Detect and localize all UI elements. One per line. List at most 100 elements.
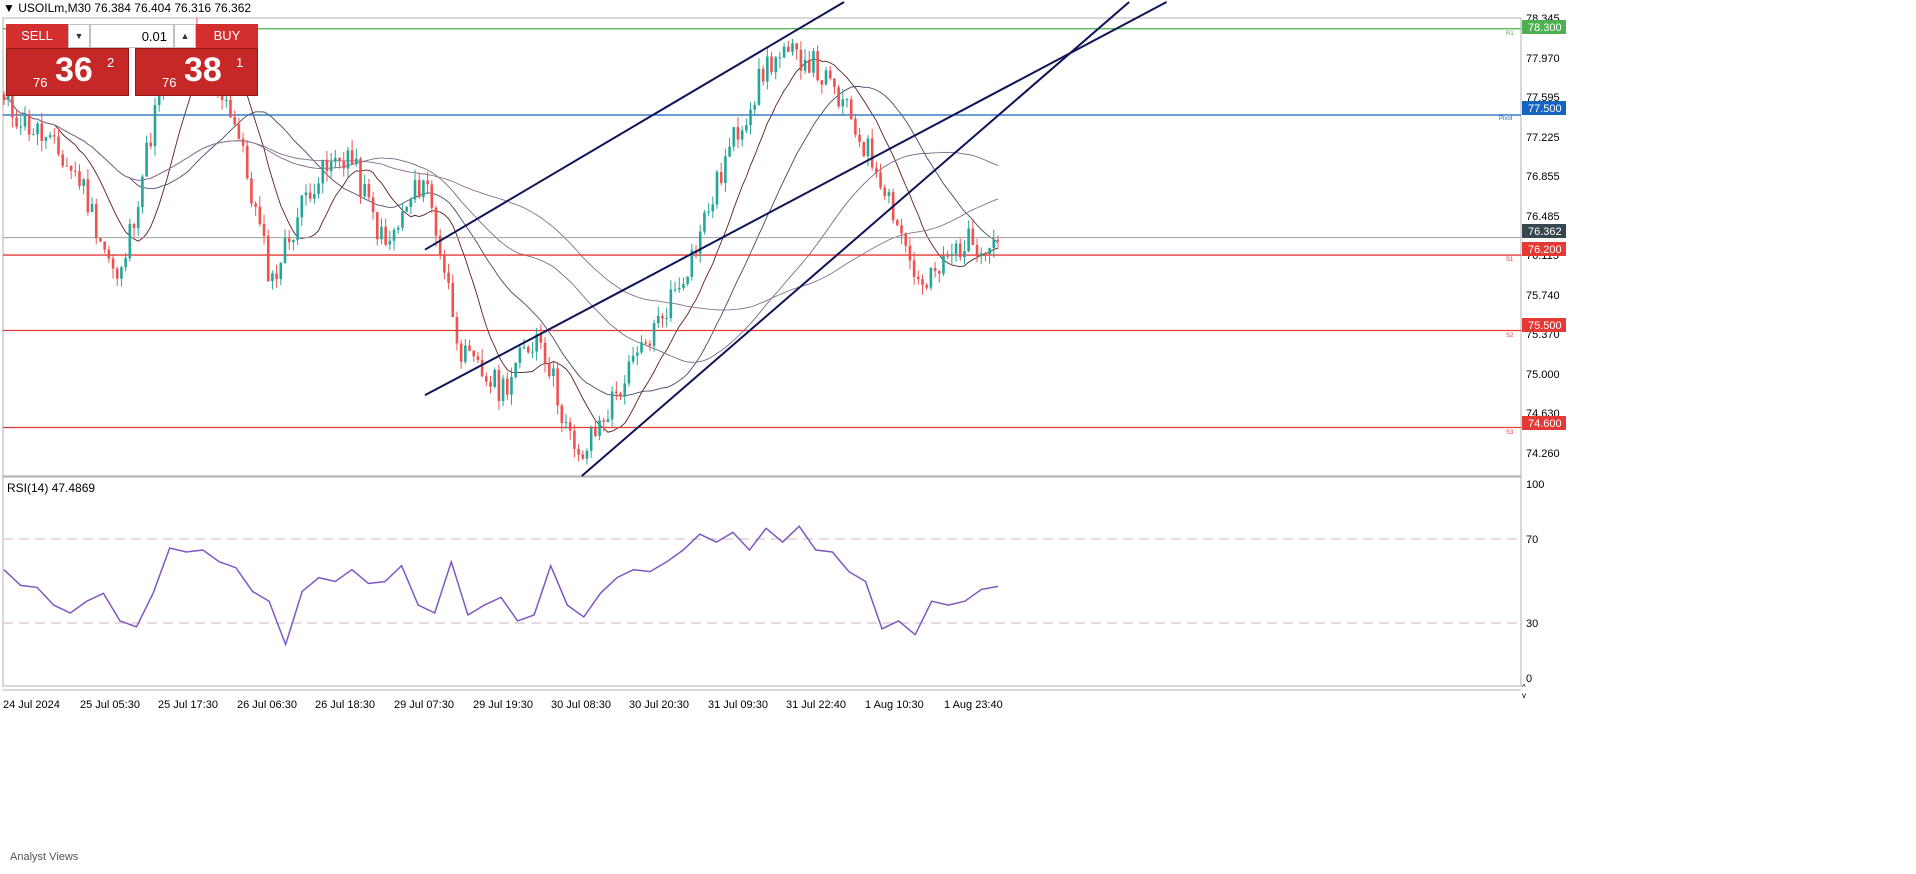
candle — [19, 116, 23, 136]
candle — [44, 136, 48, 149]
chart-canvas[interactable]: 78.345 77.970 77.595 77.225 76.855 76.48… — [0, 0, 1916, 874]
candle — [896, 218, 899, 227]
lot-size-input[interactable] — [90, 24, 174, 48]
candle — [753, 100, 757, 115]
candle — [975, 238, 979, 263]
candle — [254, 201, 257, 216]
candle — [371, 191, 375, 220]
candle — [531, 342, 534, 359]
candle — [57, 128, 60, 157]
candle — [363, 174, 366, 199]
rsi-axis-label: 30 — [1526, 618, 1538, 630]
time-axis-label: 1 Aug 23:40 — [944, 699, 1003, 711]
time-axis-label: 31 Jul 09:30 — [708, 699, 768, 711]
candle — [413, 169, 417, 204]
candle — [271, 270, 274, 290]
buy-price-prefix: 76 — [162, 75, 177, 90]
candle — [669, 280, 673, 322]
price-axis-label: 74.260 — [1526, 448, 1560, 460]
time-axis-label: 31 Jul 22:40 — [786, 699, 846, 711]
candle — [963, 240, 966, 265]
candle — [782, 42, 786, 59]
candle — [766, 46, 769, 90]
candle — [300, 195, 304, 227]
candle — [795, 42, 798, 60]
candle — [489, 375, 492, 394]
lot-increase-button[interactable]: ▲ — [174, 24, 196, 48]
analyst-views-tab[interactable]: Analyst Views — [10, 851, 78, 863]
price-axis-label: 77.970 — [1526, 53, 1560, 65]
candle — [719, 162, 723, 186]
svg-text:77.500: 77.500 — [1528, 103, 1562, 115]
buy-price-pip: 1 — [236, 55, 244, 70]
candle — [673, 281, 677, 293]
price-tag-pivot: 77.500 — [1522, 101, 1566, 115]
buy-price-box[interactable]: 76 38 1 — [135, 48, 258, 96]
candle — [279, 261, 283, 286]
ohlc-values: 76.384 76.404 76.316 76.362 — [94, 1, 252, 15]
candle — [518, 344, 522, 369]
svg-text:76.362: 76.362 — [1528, 226, 1562, 238]
candle — [245, 140, 249, 180]
candle — [665, 307, 668, 328]
time-axis-label: 30 Jul 20:30 — [629, 699, 689, 711]
candle — [984, 251, 987, 262]
candle — [342, 152, 346, 177]
candle — [770, 51, 773, 76]
candle — [954, 240, 958, 262]
candle — [86, 169, 90, 216]
candle — [392, 227, 396, 251]
channel-line-3[interactable] — [581, 1, 1130, 477]
candle — [854, 113, 857, 138]
candle — [258, 196, 262, 227]
channel-line-1[interactable] — [424, 1, 845, 251]
candle — [619, 391, 622, 401]
candle — [292, 239, 295, 251]
candle — [870, 128, 874, 171]
time-axis[interactable]: 24 Jul 2024 25 Jul 05:30 25 Jul 17:30 26… — [3, 699, 1003, 711]
price-axis-label: 76.855 — [1526, 171, 1560, 183]
candle — [552, 360, 555, 387]
time-axis-label: 25 Jul 05:30 — [80, 699, 140, 711]
lot-decrease-button[interactable]: ▼ — [68, 24, 90, 48]
candle — [334, 149, 337, 169]
candle — [233, 110, 236, 126]
candle — [715, 169, 719, 209]
candle — [631, 346, 635, 365]
rsi-axis-label: 100 — [1526, 479, 1544, 491]
candle — [728, 137, 731, 158]
candle — [464, 338, 467, 365]
svg-text:75.500: 75.500 — [1528, 320, 1562, 332]
buy-price-main: 38 — [184, 51, 222, 89]
candle — [430, 179, 434, 214]
candle — [937, 269, 941, 283]
candle — [480, 349, 484, 378]
rsi-panel-frame — [2, 476, 1522, 687]
candle — [438, 228, 442, 260]
scroll-down-icon[interactable]: v — [1522, 691, 1526, 700]
candle — [682, 277, 685, 291]
candle — [350, 139, 354, 165]
sell-button[interactable]: SELL — [6, 24, 68, 48]
sell-price-box[interactable]: 76 36 2 — [6, 48, 129, 96]
time-axis-label: 25 Jul 17:30 — [158, 699, 218, 711]
candle — [367, 179, 371, 202]
candle — [497, 364, 501, 410]
candle — [610, 386, 614, 427]
candle — [828, 65, 832, 81]
candle — [388, 230, 392, 251]
candle — [833, 78, 836, 95]
candle — [711, 196, 715, 219]
buy-button[interactable]: BUY — [196, 24, 258, 48]
candle — [409, 197, 413, 215]
candle — [128, 218, 132, 262]
candle — [65, 157, 69, 167]
candle — [908, 238, 912, 270]
channel-line-2[interactable] — [424, 1, 1168, 397]
price-axis-label: 77.225 — [1526, 132, 1560, 144]
candle — [384, 218, 387, 247]
candle — [594, 419, 597, 438]
time-axis-label: 26 Jul 06:30 — [237, 699, 297, 711]
candle — [778, 51, 782, 68]
candle — [707, 203, 710, 217]
